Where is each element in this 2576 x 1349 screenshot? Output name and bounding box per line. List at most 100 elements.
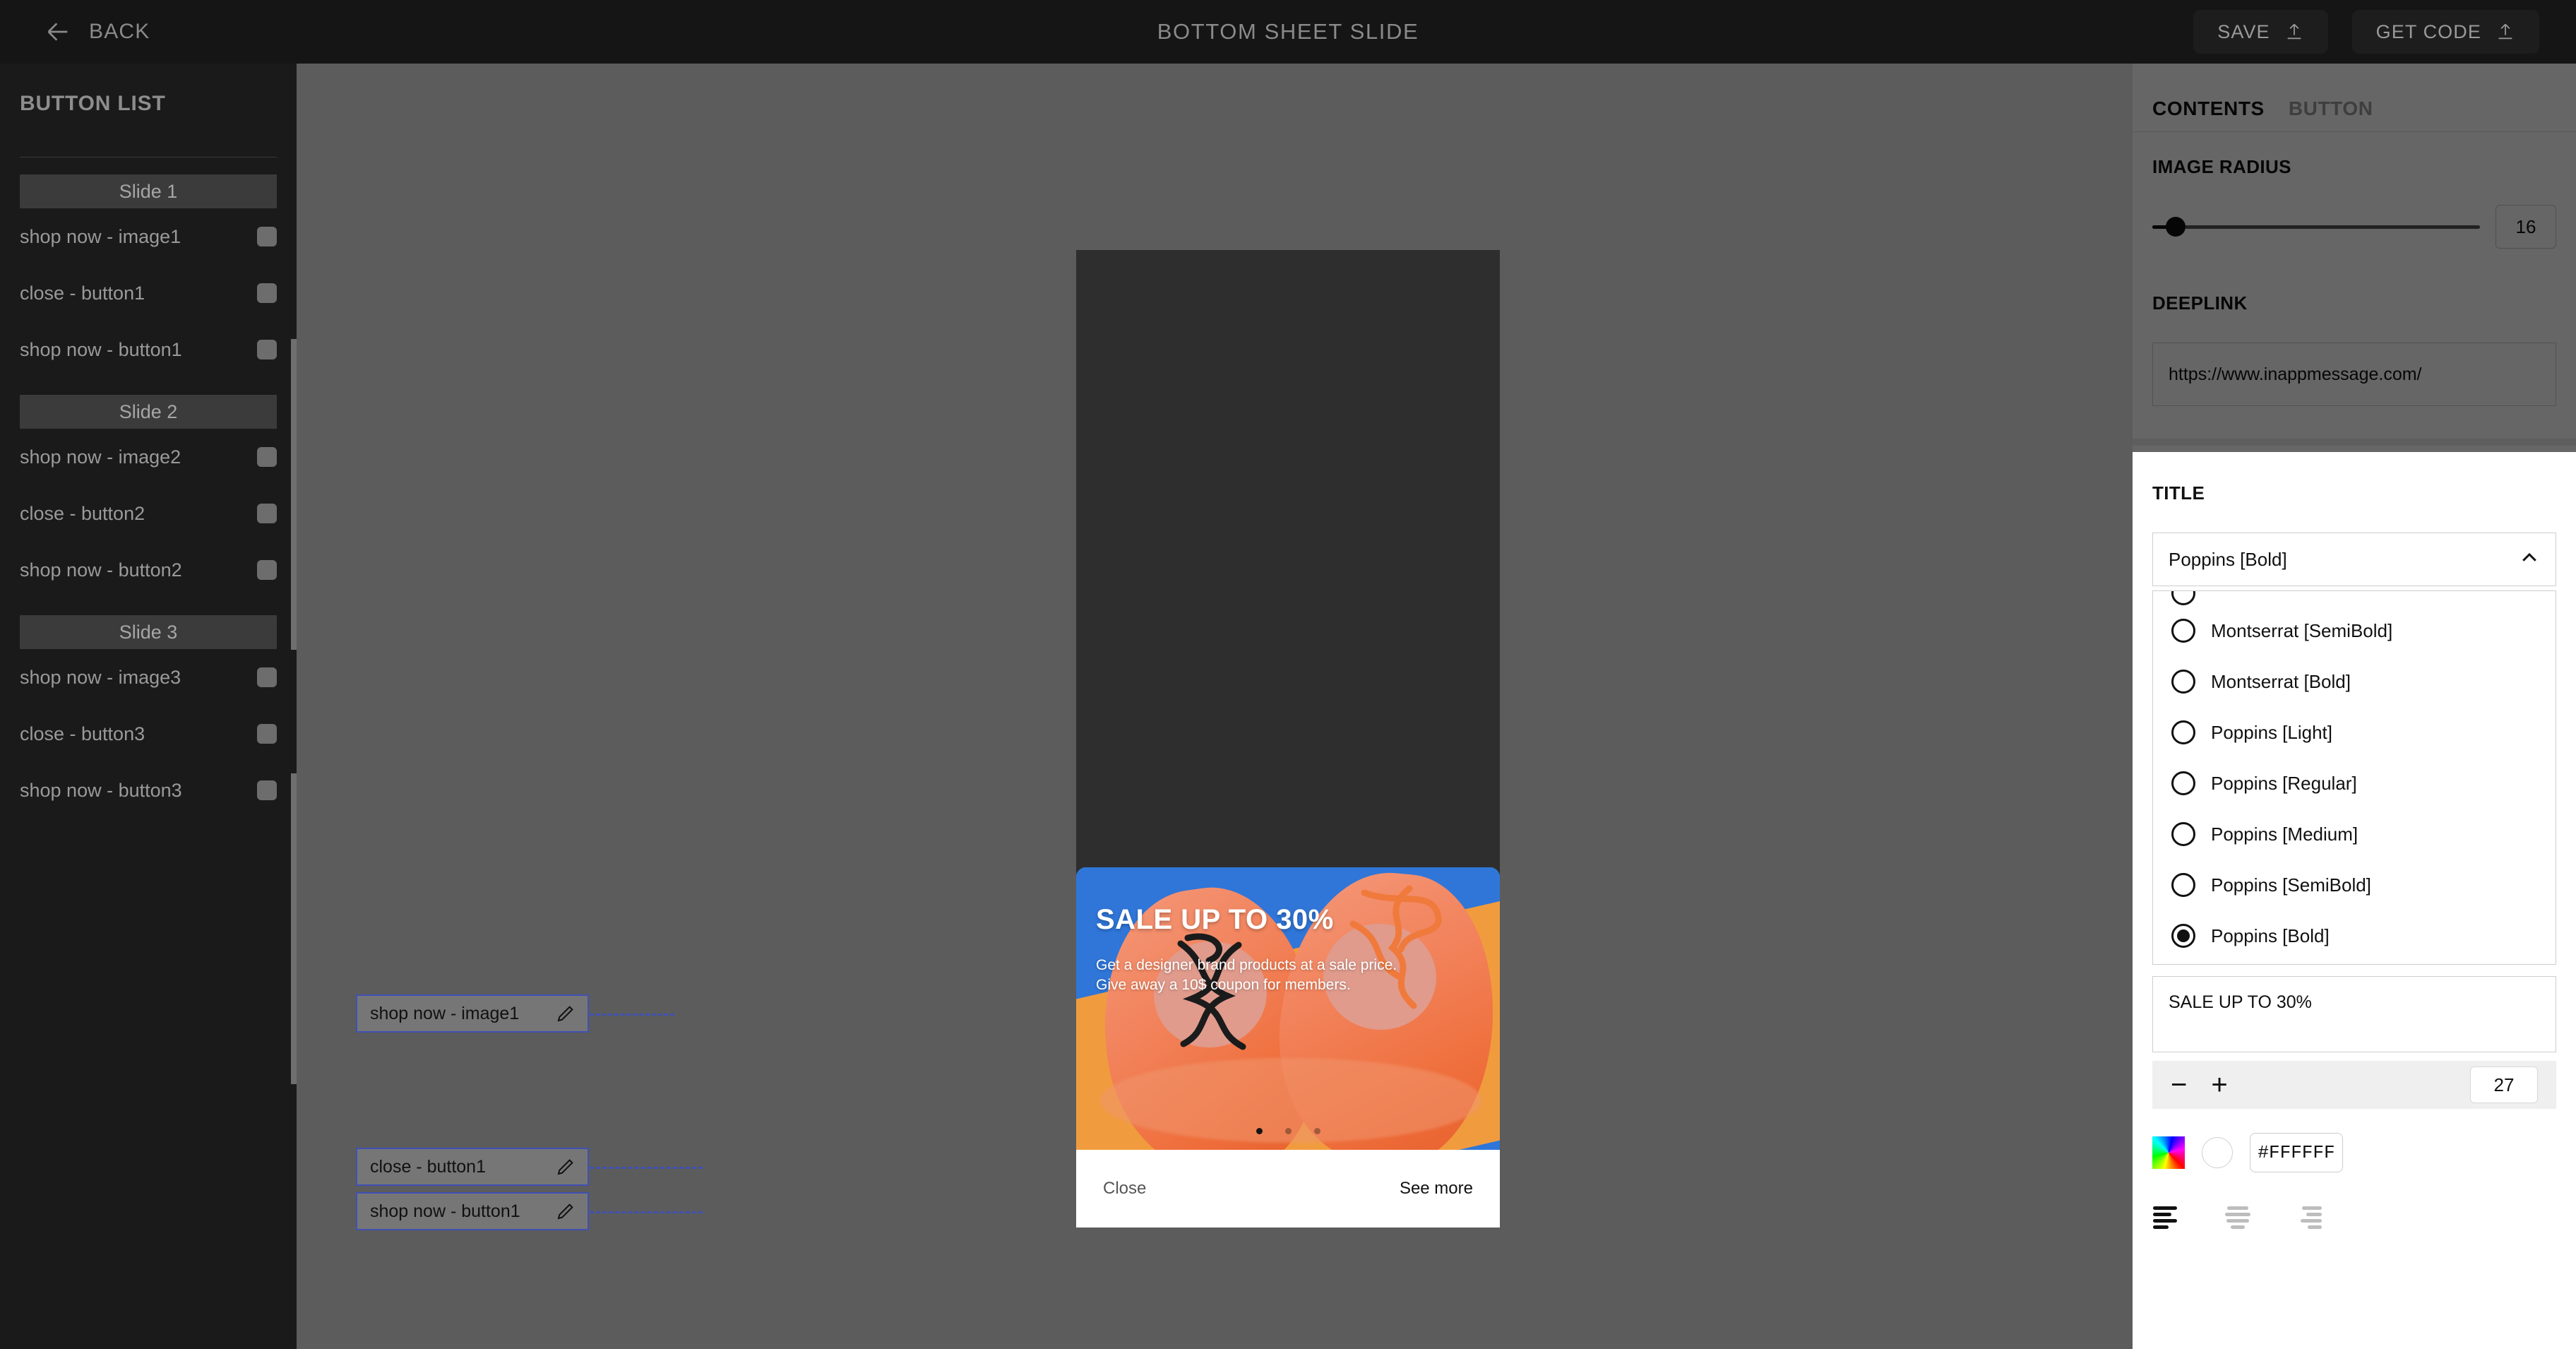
promo-subtitle: Get a designer brand products at a sale … <box>1096 957 1397 994</box>
chip-label: close - button1 <box>370 1156 486 1177</box>
color-swatch[interactable] <box>257 504 277 523</box>
font-size-increase-button[interactable]: + <box>2211 1071 2227 1099</box>
color-swatch[interactable] <box>257 560 277 580</box>
color-swatch[interactable] <box>257 447 277 467</box>
list-item-label: close - button2 <box>20 502 145 524</box>
leader-line-button1 <box>590 1211 703 1213</box>
upload-icon <box>2496 22 2515 42</box>
promo-title: SALE UP TO 30% <box>1096 904 1334 935</box>
close-button[interactable]: Close <box>1103 1179 1146 1199</box>
image-radius-label: IMAGE RADIUS <box>2152 156 2291 177</box>
list-item-label: shop now - button3 <box>20 779 182 801</box>
color-swatch[interactable] <box>257 724 277 744</box>
radio-icon-selected[interactable] <box>2171 924 2195 948</box>
radio-icon[interactable] <box>2171 670 2195 694</box>
properties-panel[interactable]: CONTENTS BUTTON IMAGE RADIUS 16 DEEPLINK… <box>2133 64 2576 1349</box>
color-swatch[interactable] <box>257 227 277 246</box>
canvas-chip-shop-now-image1[interactable]: shop now - image1 <box>356 994 589 1033</box>
font-option-poppins-semibold[interactable]: Poppins [SemiBold] <box>2153 860 2556 910</box>
slider-knob[interactable] <box>2165 216 2186 237</box>
color-swatch[interactable] <box>257 283 277 303</box>
chip-label: shop now - button1 <box>370 1201 520 1221</box>
font-option-montserrat-bold[interactable]: Montserrat [Bold] <box>2153 656 2556 707</box>
sidebar-item-shop-now-button2[interactable]: shop now - button2 <box>20 542 277 598</box>
sidebar-item-shop-now-button3[interactable]: shop now - button3 <box>20 762 277 819</box>
deeplink-input[interactable]: https://www.inappmessage.com/ <box>2152 343 2556 406</box>
image-radius-value[interactable]: 16 <box>2496 205 2556 249</box>
color-wheel-icon[interactable] <box>2152 1136 2185 1169</box>
radio-icon[interactable] <box>2171 771 2195 795</box>
canvas-chip-shop-now-button1[interactable]: shop now - button1 <box>356 1192 589 1230</box>
image-radius-control[interactable]: 16 <box>2152 205 2556 249</box>
save-button[interactable]: SAVE <box>2193 10 2328 54</box>
slide-header-2[interactable]: Slide 2 <box>20 395 277 429</box>
list-item-label: shop now - button1 <box>20 338 182 360</box>
list-item-label: close - button3 <box>20 723 145 744</box>
color-swatch[interactable] <box>257 667 277 687</box>
get-code-button[interactable]: GET CODE <box>2351 10 2539 54</box>
sidebar-item-shop-now-image2[interactable]: shop now - image2 <box>20 429 277 485</box>
phone-preview[interactable]: SALE UP TO 30% Get a designer brand prod… <box>1076 250 1500 1228</box>
align-right-icon[interactable] <box>2296 1205 2329 1229</box>
radio-icon[interactable] <box>2171 591 2195 605</box>
get-code-label: GET CODE <box>2375 20 2481 42</box>
slide-header-1[interactable]: Slide 1 <box>20 174 277 208</box>
pencil-icon[interactable] <box>555 1201 576 1222</box>
slide-header-3[interactable]: Slide 3 <box>20 615 277 649</box>
sidebar-item-close-button2[interactable]: close - button2 <box>20 485 277 542</box>
see-more-button[interactable]: See more <box>1400 1179 1473 1199</box>
align-left-icon[interactable] <box>2152 1205 2185 1229</box>
font-select-value: Poppins [Bold] <box>2169 548 2287 570</box>
font-option-list[interactable]: Montserrat [SemiBold] Montserrat [Bold] … <box>2152 590 2556 965</box>
chevron-up-icon <box>2519 547 2540 572</box>
current-color-swatch[interactable] <box>2202 1137 2233 1168</box>
list-item-label: shop now - image2 <box>20 446 181 468</box>
topbar-actions: SAVE GET CODE <box>2193 10 2539 54</box>
radio-icon[interactable] <box>2171 720 2195 744</box>
color-hex-input[interactable]: #FFFFFF <box>2250 1133 2343 1172</box>
pagination-dot[interactable] <box>1313 1128 1320 1134</box>
top-bar: BACK BOTTOM SHEET SLIDE SAVE GET CODE <box>0 0 2576 64</box>
sidebar-item-shop-now-image3[interactable]: shop now - image3 <box>20 649 277 706</box>
sidebar-item-close-button3[interactable]: close - button3 <box>20 706 277 762</box>
font-size-value[interactable]: 27 <box>2470 1066 2538 1103</box>
font-option-poppins-regular[interactable]: Poppins [Regular] <box>2153 758 2556 809</box>
sidebar-item-shop-now-button1[interactable]: shop now - button1 <box>20 321 277 378</box>
leader-line-close1 <box>590 1167 703 1169</box>
color-swatch[interactable] <box>257 780 277 800</box>
font-option-montserrat-semibold[interactable]: Montserrat [SemiBold] <box>2153 605 2556 656</box>
panel-tabs: CONTENTS BUTTON <box>2133 64 2576 131</box>
sidebar-scrollbar-secondary[interactable] <box>291 773 297 1084</box>
font-option-clipped-top[interactable] <box>2153 591 2556 605</box>
font-option-poppins-medium[interactable]: Poppins [Medium] <box>2153 809 2556 860</box>
sidebar-scrollbar[interactable] <box>291 339 297 650</box>
font-option-label: Montserrat [Bold] <box>2211 670 2351 692</box>
align-center-icon[interactable] <box>2224 1205 2257 1229</box>
tab-button[interactable]: BUTTON <box>2289 97 2373 120</box>
pagination-dot[interactable] <box>1256 1128 1263 1134</box>
font-select[interactable]: Poppins [Bold] <box>2152 533 2556 586</box>
title-text-input[interactable]: SALE UP TO 30% <box>2152 976 2556 1052</box>
pencil-icon[interactable] <box>555 1003 576 1024</box>
tab-contents[interactable]: CONTENTS <box>2152 97 2265 120</box>
radio-icon[interactable] <box>2171 822 2195 846</box>
color-swatch[interactable] <box>257 340 277 359</box>
radio-icon[interactable] <box>2171 619 2195 643</box>
list-item-label: shop now - image1 <box>20 225 181 247</box>
sheet-action-bar: Close See more <box>1076 1150 1500 1228</box>
font-option-poppins-light[interactable]: Poppins [Light] <box>2153 707 2556 758</box>
pencil-icon[interactable] <box>555 1156 576 1177</box>
radio-icon[interactable] <box>2171 873 2195 897</box>
canvas-chip-close-button1[interactable]: close - button1 <box>356 1148 589 1186</box>
font-option-poppins-bold[interactable]: Poppins [Bold] <box>2153 910 2556 961</box>
sidebar-item-shop-now-image1[interactable]: shop now - image1 <box>20 208 277 265</box>
image-radius-slider[interactable] <box>2152 216 2480 237</box>
deeplink-label: DEEPLINK <box>2152 292 2248 314</box>
sidebar-item-close-button1[interactable]: close - button1 <box>20 265 277 321</box>
editor-canvas[interactable]: shop now - image1 close - button1 shop n… <box>297 64 2133 1349</box>
pagination-dots[interactable] <box>1076 1128 1500 1134</box>
font-option-label: Poppins [Bold] <box>2211 925 2330 946</box>
promo-image[interactable]: SALE UP TO 30% Get a designer brand prod… <box>1076 867 1500 1150</box>
pagination-dot[interactable] <box>1284 1128 1292 1134</box>
font-size-decrease-button[interactable]: − <box>2171 1071 2187 1099</box>
